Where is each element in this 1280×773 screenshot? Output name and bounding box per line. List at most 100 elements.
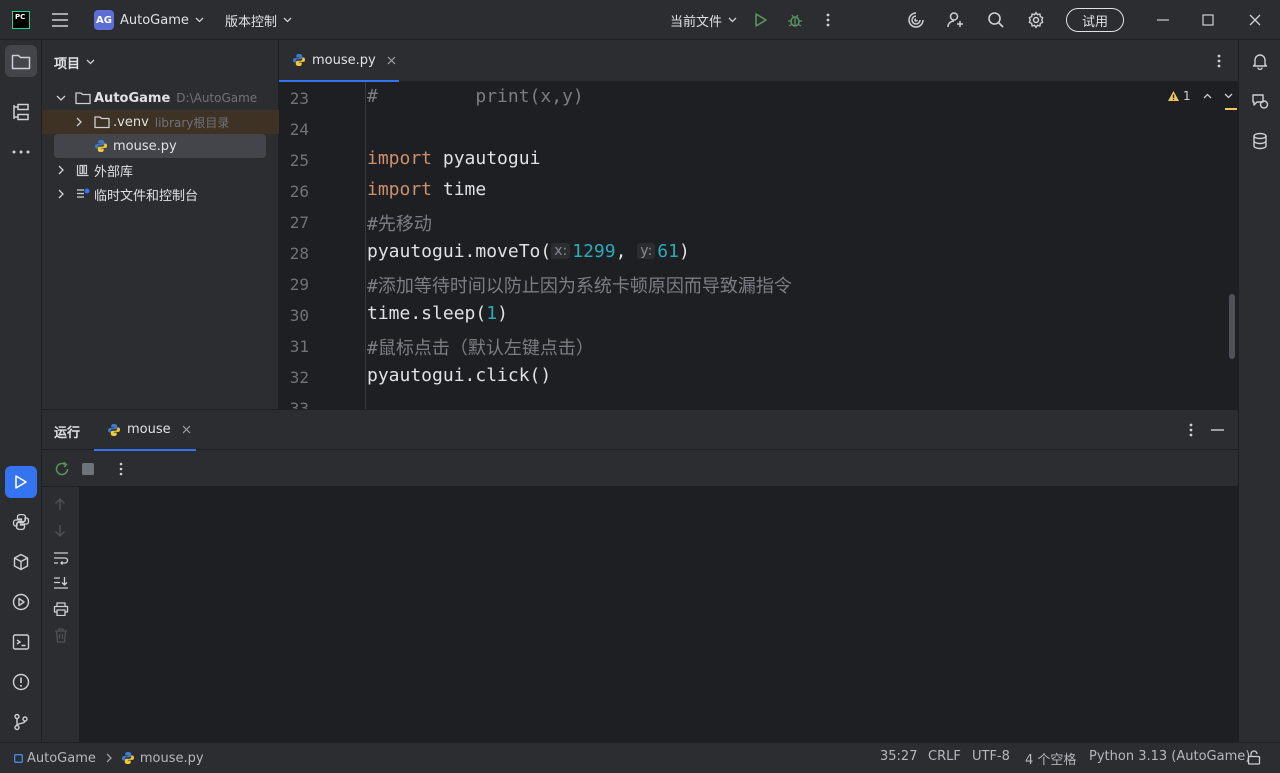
line-number: 32 [289,368,309,387]
close-tab-icon[interactable] [387,56,396,65]
stop-icon[interactable] [73,454,103,484]
vcs-label: 版本控制 [225,14,278,30]
code-line[interactable]: time.sleep(1) [367,303,508,324]
chevron-right-icon [76,117,82,127]
breadcrumb-project[interactable]: AutoGame [27,751,96,766]
scratches-icon [77,188,90,198]
line-number: 31 [289,337,309,356]
chevron-down-icon[interactable] [1224,93,1233,99]
code-viewport[interactable]: 23 # print(x,y) 24 25 import pyautogui 26 impo… [279,82,1238,409]
run-toolbar [42,451,1238,487]
folder-icon [94,116,110,129]
code-token: ) [678,241,690,262]
python-interpreter[interactable]: Python 3.13 (AutoGame) [1089,749,1250,764]
code-token: pyautogui.moveTo( [367,241,552,262]
code-token: #添加等待时间以防止因为系统卡顿原因而导致漏指令 [367,276,792,297]
tree-item-autogame[interactable]: AutoGame D:\AutoGame [42,86,279,110]
chevron-up-icon[interactable] [1203,93,1212,99]
database-icon[interactable] [1250,131,1270,151]
scroll-to-end-icon[interactable] [53,576,69,590]
indent-setting[interactable]: 4 个空格 [1025,749,1076,768]
code-token: #先移动 [367,214,432,235]
code-line[interactable]: # print(x,y) [367,86,584,107]
problems-icon[interactable] [11,672,31,692]
minimize-icon[interactable] [1148,5,1178,35]
project-panel: 项目 AutoGame D:\AutoGame .venv library根目录… [42,40,279,409]
code-token: 1299 [572,241,616,262]
run-config-label: 当前文件 [670,14,723,30]
hide-panel-icon[interactable] [1202,415,1232,445]
breadcrumb-file[interactable]: mouse.py [140,751,204,766]
run-panel-title: 运行 [54,426,81,441]
module-icon [14,753,23,763]
tab-mouse-py[interactable]: mouse.py [279,40,399,82]
console-output[interactable] [80,487,1238,743]
services-icon[interactable] [11,592,31,612]
code-line[interactable]: #鼠标点击（默认左键点击） [367,334,594,360]
code-line[interactable]: pyautogui.moveTo(x: 1299, y: 61) [367,241,690,262]
breadcrumb: AutoGame mouse.py [14,749,204,767]
code-line[interactable]: import time [367,179,486,200]
editor-tab-bar: mouse.py [279,40,1238,82]
code-line[interactable]: #先移动 [367,210,432,236]
maximize-icon[interactable] [1193,5,1223,35]
more-tools-icon[interactable] [11,142,31,162]
run-tab-mouse[interactable]: mouse [94,410,196,451]
caret-position[interactable]: 35:27 [880,749,917,764]
run-config-selector[interactable]: 当前文件 [670,10,737,30]
inspection-widget[interactable]: 1 [1167,88,1233,104]
code-line[interactable]: import pyautogui [367,148,540,169]
tree-item-mouse-py[interactable]: mouse.py [54,134,266,158]
lock-icon[interactable] [1247,750,1261,765]
settings-gear-icon[interactable] [1021,5,1051,35]
structure-icon[interactable] [11,102,31,122]
main-menu-icon[interactable] [45,5,75,35]
run-panel: 运行 mouse [42,409,1238,743]
bug-icon [788,14,802,27]
vcs-menu[interactable]: 版本控制 [225,10,292,30]
soft-wrap-icon[interactable] [53,551,69,565]
line-ending[interactable]: CRLF [928,749,961,764]
code-token: ) [497,303,508,324]
ai-assistant-icon[interactable] [901,5,931,35]
print-icon[interactable] [53,602,69,616]
project-switcher[interactable]: AG AutoGame [94,10,204,30]
tree-item-label: mouse.py [113,138,177,154]
scroll-down-icon[interactable] [54,524,66,538]
run-button[interactable] [746,5,776,35]
more-actions-icon[interactable] [813,5,843,35]
python-console-icon[interactable] [11,512,31,532]
code-line[interactable]: pyautogui.click() [367,365,551,386]
run-toolbar-more-icon[interactable] [106,454,136,484]
trial-button[interactable]: 试用 [1066,8,1124,32]
git-branch-icon[interactable] [11,712,31,732]
warning-count: 1 [1183,89,1191,103]
python-packages-icon[interactable] [11,552,31,572]
python-file-icon [108,423,120,436]
file-encoding[interactable]: UTF-8 [972,749,1010,764]
title-bar: PC AG AutoGame 版本控制 当前文件 试用 [0,0,1280,40]
close-tab-icon[interactable] [182,425,191,434]
library-icon [76,164,89,177]
tree-item-venv[interactable]: .venv library根目录 [42,110,279,134]
tree-item-external-libraries[interactable]: 外部库 [42,158,279,182]
tab-options-icon[interactable] [1204,46,1234,76]
debug-button[interactable] [780,5,810,35]
project-panel-header[interactable]: 项目 [54,52,95,72]
chevron-down-icon [195,17,204,23]
terminal-icon[interactable] [11,632,31,652]
run-tool-button[interactable] [5,466,37,498]
tree-item-scratches[interactable]: 临时文件和控制台 [42,182,279,206]
close-window-icon[interactable] [1240,5,1270,35]
project-tool-button[interactable] [5,45,37,77]
clear-all-trash-icon[interactable] [54,628,68,643]
editor-scrollbar[interactable] [1229,294,1235,359]
parameter-hint: x: [551,243,571,259]
ai-chat-icon[interactable] [1250,91,1270,111]
notifications-bell-icon[interactable] [1250,51,1270,71]
code-line[interactable]: #添加等待时间以防止因为系统卡顿原因而导致漏指令 [367,272,792,298]
search-icon[interactable] [981,5,1011,35]
add-user-icon[interactable] [941,5,971,35]
console-side-toolbar [42,487,80,743]
scroll-up-icon[interactable] [54,497,66,511]
